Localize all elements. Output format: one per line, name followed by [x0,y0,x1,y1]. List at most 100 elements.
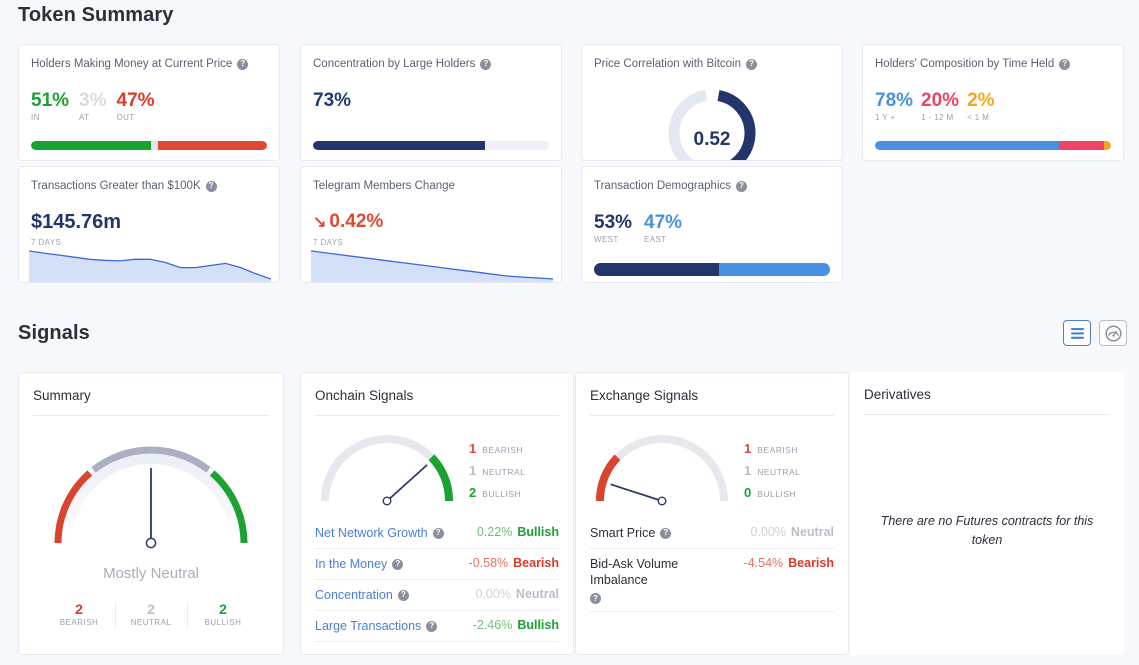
signal-name-text: Net Network Growth [315,526,428,540]
divider [864,414,1110,415]
signal-name[interactable]: Concentration ? [315,587,409,603]
legend-bearish: 1 BEARISH [744,441,800,456]
help-icon[interactable]: ? [392,558,404,570]
legend-label: BEARISH [482,444,524,455]
legend-value: 0 [744,484,752,500]
panel-onchain-signals: Onchain Signals 1 BEARISH 1 NEUTRAL 2 BU… [300,372,574,655]
card-title: Concentration by Large Holders ? [313,58,492,70]
stat-west: 53% WEST [594,213,632,245]
card-title-text: Holders Making Money at Current Price [31,58,233,70]
card-title: Telegram Members Change [313,180,455,192]
card-transaction-demographics: Transaction Demographics ? 53% WEST 47% … [581,166,843,283]
card-title-text: Price Correlation with Bitcoin [594,58,742,70]
signal-percent: 0.00% [475,587,511,601]
bar-segment [151,141,159,150]
legend-value: 1 [744,440,752,456]
signal-values: 0.00% Neutral [475,587,559,601]
bar-segment [31,141,152,150]
summary-stats: 2 BEARISH 2 NEUTRAL 2 BULLISH [43,601,259,628]
derivatives-empty-message: There are no Futures contracts for this … [880,514,1094,547]
signal-row[interactable]: Large Transactions ? -2.46% Bullish [315,611,559,642]
help-icon[interactable]: ? [237,58,249,70]
legend-bullish: 2 BULLISH [469,485,525,500]
signal-row[interactable]: Concentration ? 0.00% Neutral [315,580,559,611]
stat-value: 2% [967,90,995,111]
signal-row[interactable]: Smart Price ? 0.00% Neutral [590,518,834,549]
help-icon[interactable]: ? [1059,58,1071,70]
card-title-text: Transactions Greater than $100K [31,180,201,192]
card-concentration-large-holders: Concentration by Large Holders ? 73% [300,44,562,161]
summary-gauge-svg [54,446,248,549]
help-icon[interactable]: ? [397,589,409,601]
help-icon[interactable]: ? [660,527,672,539]
stat-1y-plus: 78% 1 Y + [875,91,913,123]
signal-row[interactable]: Net Network Growth ? 0.22% Bullish [315,518,559,549]
legend-label: BULLISH [757,488,797,499]
stat-label: WEST [594,235,619,244]
signal-name[interactable]: Large Transactions ? [315,618,438,634]
card-price-correlation-bitcoin: Price Correlation with Bitcoin ? 0.52 [581,44,843,161]
stat-label: IN [31,113,40,122]
help-icon[interactable]: ? [590,593,601,604]
token-summary-page: Token Summary Holders Making Money at Cu… [0,0,1139,665]
bar-segment [158,141,267,150]
card-title: Transaction Demographics ? [594,180,747,192]
help-icon[interactable]: ? [736,180,747,192]
transactions-sparkline [29,250,271,282]
signal-percent: -2.46% [472,618,513,632]
onchain-header: Onchain Signals [315,388,559,416]
gauge-track [321,435,453,502]
summary-stat-bullish: 2 BULLISH [187,601,259,628]
stat-label: BULLISH [204,618,242,627]
composition-bar [875,141,1111,150]
gauge-needle [386,464,428,502]
stat-at: 3% AT [79,90,107,123]
help-icon[interactable]: ? [432,527,444,539]
bar-segment [313,141,486,150]
stat-label: 1 - 12 M [921,113,954,122]
signal-name-text: Large Transactions [315,619,422,633]
gauge-view-button[interactable] [1099,320,1127,346]
onchain-gauge-svg [320,435,454,506]
help-icon[interactable]: ? [746,58,758,70]
divider [315,415,559,416]
signal-row[interactable]: Bid-Ask Volume Imbalance ? -4.54% Bearis… [590,549,834,612]
list-view-button[interactable] [1063,320,1091,346]
stat-in: 51% IN [31,91,69,123]
gauge-track [596,435,728,502]
signal-name[interactable]: In the Money ? [315,556,404,572]
signal-verdict: Bearish [513,556,559,570]
stat-label: AT [79,113,90,122]
legend-bullish: 0 BULLISH [744,485,800,500]
help-icon[interactable]: ? [426,620,438,632]
legend-label: NEUTRAL [757,466,801,477]
signal-row[interactable]: In the Money ? -0.58% Bearish [315,549,559,580]
summary-caption: Mostly Neutral [103,565,199,582]
signal-values: 0.22% Bullish [477,525,559,539]
stat-label: EAST [644,235,667,244]
signal-percent: 0.00% [750,525,786,539]
signal-verdict: Bullish [517,525,559,539]
panel-derivatives: Derivatives There are no Futures contrac… [850,372,1124,655]
signal-verdict: Bearish [788,556,834,570]
card-holders-composition: Holders' Composition by Time Held ? 78% … [862,44,1124,161]
divider [33,415,269,416]
token-summary-heading: Token Summary [18,4,174,26]
card-holders-making-money: Holders Making Money at Current Price ? … [18,44,280,161]
signal-values: -2.46% Bullish [473,618,559,632]
card-title: Holders' Composition by Time Held ? [875,58,1071,70]
summary-stat-neutral: 2 NEUTRAL [115,601,187,628]
help-icon[interactable]: ? [480,58,492,70]
signal-name-text: Bid-Ask Volume Imbalance [590,557,679,587]
card-transactions-over-100k: Transactions Greater than $100K ? $145.7… [18,166,280,283]
down-arrow-icon: ↘ [313,214,327,231]
help-icon[interactable]: ? [205,180,217,192]
card-title-text: Concentration by Large Holders [313,58,476,70]
signal-name: Smart Price ? [590,525,672,541]
composition-stats: 78% 1 Y + 20% 1 - 12 M 2% < 1 M [875,90,995,123]
signal-name[interactable]: Net Network Growth ? [315,525,444,541]
gauge-hub [382,496,392,506]
stat-value: 2 [75,601,83,617]
signal-percent: -0.58% [468,556,509,570]
stat-value: 3% [79,90,107,111]
